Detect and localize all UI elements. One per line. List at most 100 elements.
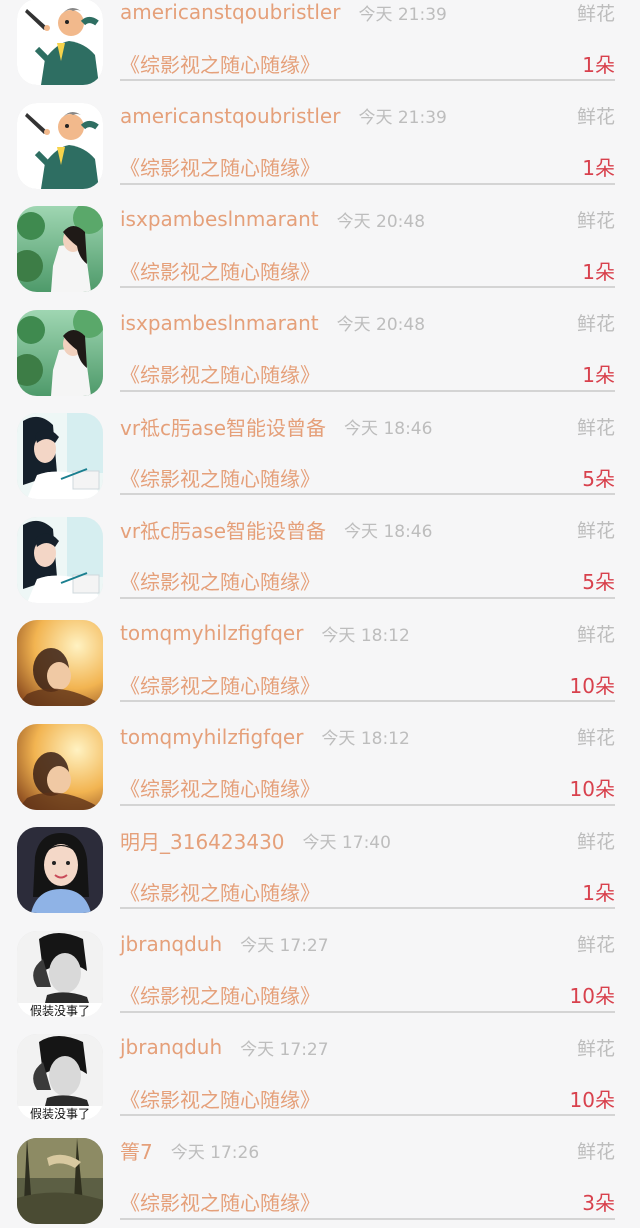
user-avatar[interactable] — [17, 0, 103, 85]
username[interactable]: americanstqoubristler — [120, 0, 340, 24]
timestamp: 今天 18:12 — [321, 724, 409, 749]
user-avatar[interactable] — [17, 206, 103, 292]
user-avatar[interactable] — [17, 1138, 103, 1224]
work-title[interactable]: 《综影视之随心随缘》 — [120, 566, 320, 595]
record-detail: 《综影视之随心随缘》 1朵 — [120, 151, 615, 185]
record-header: 明月_316423430 今天 17:40 鲜花 — [120, 824, 615, 856]
record-header: tomqmyhilzfigfqer 今天 18:12 鲜花 — [120, 721, 615, 753]
record-detail: 《综影视之随心随缘》 1朵 — [120, 47, 615, 81]
record-header: jbranqduh 今天 17:27 鲜花 — [120, 928, 615, 960]
username[interactable]: jbranqduh — [120, 1035, 222, 1059]
work-title[interactable]: 《综影视之随心随缘》 — [120, 670, 320, 699]
gift-count: 5朵 — [582, 566, 615, 595]
record-header: tomqmyhilzfigfqer 今天 18:12 鲜花 — [120, 617, 615, 649]
record-header: vr祗c肟ase智能设曾备 今天 18:46 鲜花 — [120, 514, 615, 546]
user-avatar[interactable]: 假装没事了 — [17, 1034, 103, 1120]
gift-type-label: 鲜花 — [577, 1034, 615, 1061]
work-title[interactable]: 《综影视之随心随缘》 — [120, 1187, 320, 1216]
record-header: jbranqduh 今天 17:27 鲜花 — [120, 1031, 615, 1063]
record-detail: 《综影视之随心随缘》 10朵 — [120, 1082, 615, 1116]
record-detail: 《综影视之随心随缘》 3朵 — [120, 1186, 615, 1220]
gift-record-item[interactable]: 假装没事了 jbranqduh 今天 17:27 鲜花 《综影视之随心随缘》 1… — [0, 1021, 640, 1125]
gift-count: 1朵 — [582, 877, 615, 906]
work-title[interactable]: 《综影视之随心随缘》 — [120, 773, 320, 802]
work-title[interactable]: 《综影视之随心随缘》 — [120, 1084, 320, 1113]
record-detail: 《综影视之随心随缘》 5朵 — [120, 461, 615, 495]
work-title[interactable]: 《综影视之随心随缘》 — [120, 980, 320, 1009]
gift-record-item[interactable]: isxpambeslnmarant 今天 20:48 鲜花 《综影视之随心随缘》… — [0, 297, 640, 401]
gift-type-label: 鲜花 — [577, 1137, 615, 1164]
timestamp: 今天 17:40 — [303, 828, 391, 853]
gift-type-label: 鲜花 — [577, 620, 615, 647]
record-detail: 《综影视之随心随缘》 10朵 — [120, 668, 615, 702]
gift-count: 1朵 — [582, 359, 615, 388]
username[interactable]: jbranqduh — [120, 932, 222, 956]
username[interactable]: 箐7 — [120, 1136, 153, 1165]
gift-type-label: 鲜花 — [577, 102, 615, 129]
avatar-caption: 假装没事了 — [30, 1106, 90, 1120]
gift-record-item[interactable]: americanstqoubristler 今天 21:39 鲜花 《综影视之随… — [0, 90, 640, 194]
gift-record-item[interactable]: 明月_316423430 今天 17:40 鲜花 《综影视之随心随缘》 1朵 — [0, 814, 640, 918]
record-detail: 《综影视之随心随缘》 10朵 — [120, 979, 615, 1013]
work-title[interactable]: 《综影视之随心随缘》 — [120, 463, 320, 492]
work-title[interactable]: 《综影视之随心随缘》 — [120, 359, 320, 388]
gift-count: 10朵 — [570, 980, 615, 1009]
record-header: isxpambeslnmarant 今天 20:48 鲜花 — [120, 203, 615, 235]
username[interactable]: tomqmyhilzfigfqer — [120, 621, 303, 645]
gift-record-item[interactable]: tomqmyhilzfigfqer 今天 18:12 鲜花 《综影视之随心随缘》… — [0, 607, 640, 711]
gift-record-item[interactable]: americanstqoubristler 今天 21:39 鲜花 《综影视之随… — [0, 0, 640, 90]
gift-count: 1朵 — [582, 152, 615, 181]
gift-type-label: 鲜花 — [577, 309, 615, 336]
timestamp: 今天 18:46 — [344, 414, 432, 439]
gift-record-item[interactable]: vr祗c肟ase智能设曾备 今天 18:46 鲜花 《综影视之随心随缘》 5朵 — [0, 504, 640, 608]
gift-type-label: 鲜花 — [577, 723, 615, 750]
timestamp: 今天 17:27 — [240, 1035, 328, 1060]
username[interactable]: americanstqoubristler — [120, 104, 340, 128]
gift-count: 10朵 — [570, 773, 615, 802]
username[interactable]: isxpambeslnmarant — [120, 207, 319, 231]
gift-count: 10朵 — [570, 1084, 615, 1113]
user-avatar[interactable] — [17, 310, 103, 396]
timestamp: 今天 20:48 — [337, 207, 425, 232]
work-title[interactable]: 《综影视之随心随缘》 — [120, 152, 320, 181]
timestamp: 今天 18:12 — [321, 621, 409, 646]
user-avatar[interactable]: 假装没事了 — [17, 931, 103, 1017]
record-detail: 《综影视之随心随缘》 10朵 — [120, 772, 615, 806]
gift-record-item[interactable]: vr祗c肟ase智能设曾备 今天 18:46 鲜花 《综影视之随心随缘》 5朵 — [0, 400, 640, 504]
gift-count: 1朵 — [582, 49, 615, 78]
gift-record-item[interactable]: 假装没事了 jbranqduh 今天 17:27 鲜花 《综影视之随心随缘》 1… — [0, 918, 640, 1022]
user-avatar[interactable] — [17, 724, 103, 810]
work-title[interactable]: 《综影视之随心随缘》 — [120, 256, 320, 285]
timestamp: 今天 21:39 — [358, 103, 446, 128]
user-avatar[interactable] — [17, 827, 103, 913]
record-header: vr祗c肟ase智能设曾备 今天 18:46 鲜花 — [120, 410, 615, 442]
gift-record-item[interactable]: tomqmyhilzfigfqer 今天 18:12 鲜花 《综影视之随心随缘》… — [0, 711, 640, 815]
gift-count: 5朵 — [582, 463, 615, 492]
user-avatar[interactable] — [17, 517, 103, 603]
username[interactable]: tomqmyhilzfigfqer — [120, 725, 303, 749]
timestamp: 今天 20:48 — [337, 310, 425, 335]
user-avatar[interactable] — [17, 620, 103, 706]
user-avatar[interactable] — [17, 103, 103, 189]
gift-type-label: 鲜花 — [577, 827, 615, 854]
username[interactable]: isxpambeslnmarant — [120, 311, 319, 335]
gift-type-label: 鲜花 — [577, 413, 615, 440]
username[interactable]: 明月_316423430 — [120, 826, 285, 855]
user-avatar[interactable] — [17, 413, 103, 499]
record-header: americanstqoubristler 今天 21:39 鲜花 — [120, 100, 615, 132]
gift-record-list: americanstqoubristler 今天 21:39 鲜花 《综影视之随… — [0, 0, 640, 1228]
timestamp: 今天 17:26 — [171, 1138, 259, 1163]
gift-record-item[interactable]: isxpambeslnmarant 今天 20:48 鲜花 《综影视之随心随缘》… — [0, 193, 640, 297]
work-title[interactable]: 《综影视之随心随缘》 — [120, 49, 320, 78]
record-detail: 《综影视之随心随缘》 1朵 — [120, 254, 615, 288]
gift-record-item[interactable]: 箐7 今天 17:26 鲜花 《综影视之随心随缘》 3朵 — [0, 1125, 640, 1228]
username[interactable]: vr祗c肟ase智能设曾备 — [120, 515, 326, 544]
gift-count: 1朵 — [582, 256, 615, 285]
work-title[interactable]: 《综影视之随心随缘》 — [120, 877, 320, 906]
gift-count: 10朵 — [570, 670, 615, 699]
timestamp: 今天 18:46 — [344, 517, 432, 542]
username[interactable]: vr祗c肟ase智能设曾备 — [120, 412, 326, 441]
record-header: isxpambeslnmarant 今天 20:48 鲜花 — [120, 307, 615, 339]
gift-type-label: 鲜花 — [577, 930, 615, 957]
record-header: 箐7 今天 17:26 鲜花 — [120, 1135, 615, 1167]
